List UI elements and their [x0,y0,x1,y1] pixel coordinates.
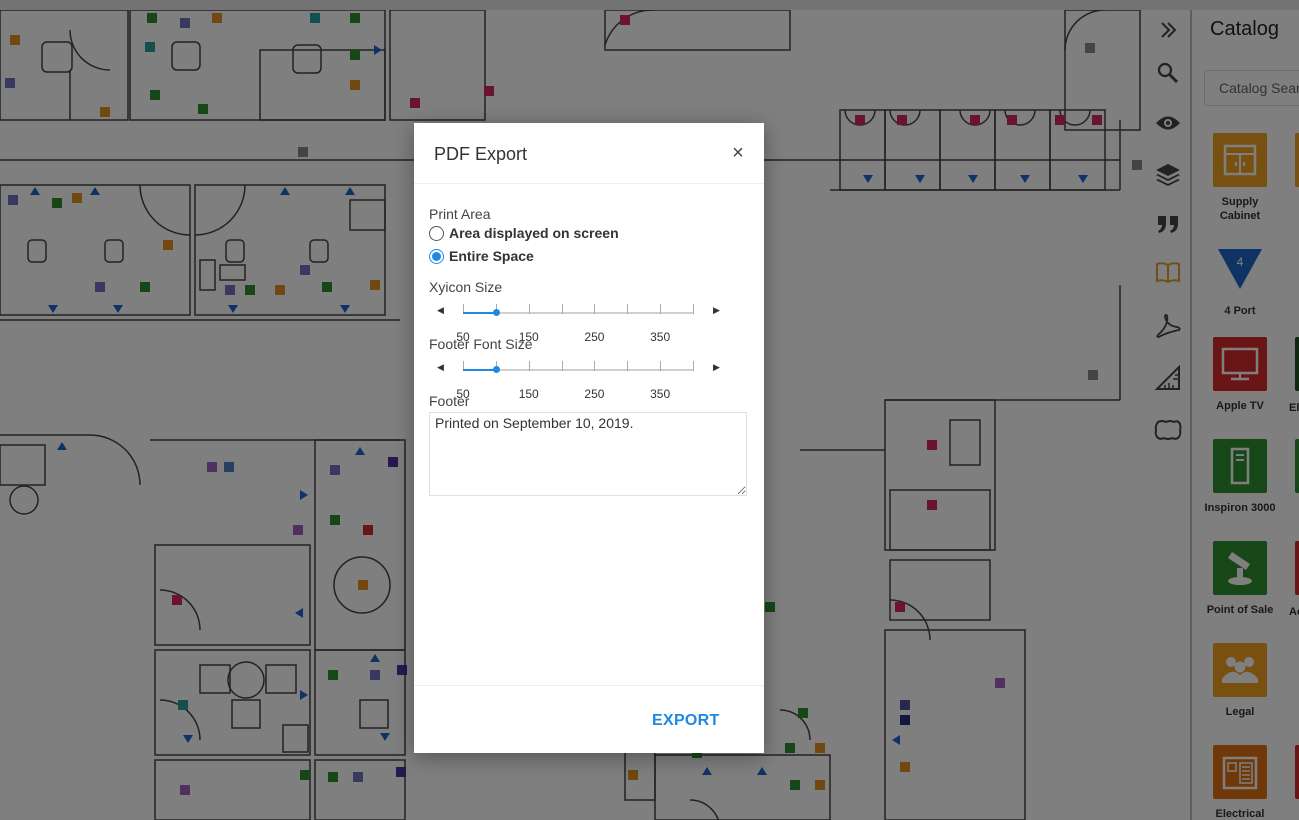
radio-button[interactable] [429,225,444,241]
slider-tick [660,361,662,371]
slider-tick-label: 250 [584,387,605,401]
slider-decrease-icon[interactable]: ◀ [437,305,444,316]
slider-handle[interactable] [492,309,500,316]
slider-tick [561,361,563,371]
slider-tick-label: 150 [518,387,539,401]
slider-tick [693,361,694,371]
slider-decrease-icon[interactable]: ◀ [437,362,444,373]
print-area-label: Print Area [429,206,491,222]
footer-font-size-slider[interactable]: ◀ ▶ 50 150 250 350 [429,360,749,402]
export-button[interactable]: EXPORT [652,706,752,736]
footer-font-size-label: Footer Font Size [429,336,533,352]
slider-tick [528,361,530,371]
slider-increase-icon[interactable]: ▶ [713,305,720,316]
app-root: Catalog Supply Cabinet 4 4 Port Apple TV… [0,0,1299,820]
footer-textarea[interactable] [429,412,747,496]
pdf-export-dialog: PDF Export × Print Area Area displayed o… [414,123,764,753]
dialog-title: PDF Export [434,144,528,164]
slider-tick [594,361,596,371]
slider-tick-label: 350 [650,387,671,401]
slider-tick [528,304,530,314]
slider-tick [627,304,629,314]
slider-fill [463,369,496,371]
xyicon-size-label: Xyicon Size [429,279,503,295]
slider-fill [463,312,496,314]
radio-label: Area displayed on screen [449,225,619,241]
slider-tick [627,361,629,371]
slider-tick [561,304,563,314]
footer-label: Footer [429,393,470,409]
slider-tick [693,304,694,314]
radio-button[interactable] [429,248,444,264]
slider-handle[interactable] [492,366,500,373]
radio-entire-space[interactable]: Entire Space [429,248,534,264]
slider-track[interactable]: 50 150 250 350 [456,304,694,344]
dialog-footer: EXPORT [414,685,764,754]
slider-tick-label: 250 [584,330,605,344]
radio-label: Entire Space [449,248,534,264]
slider-tick [660,304,662,314]
dialog-header: PDF Export × [414,123,764,184]
slider-tick [594,304,596,314]
close-icon[interactable]: × [726,142,750,166]
slider-increase-icon[interactable]: ▶ [713,362,720,373]
slider-tick-label: 350 [650,330,671,344]
slider-track[interactable]: 50 150 250 350 [456,361,694,401]
radio-area-on-screen[interactable]: Area displayed on screen [429,225,619,241]
